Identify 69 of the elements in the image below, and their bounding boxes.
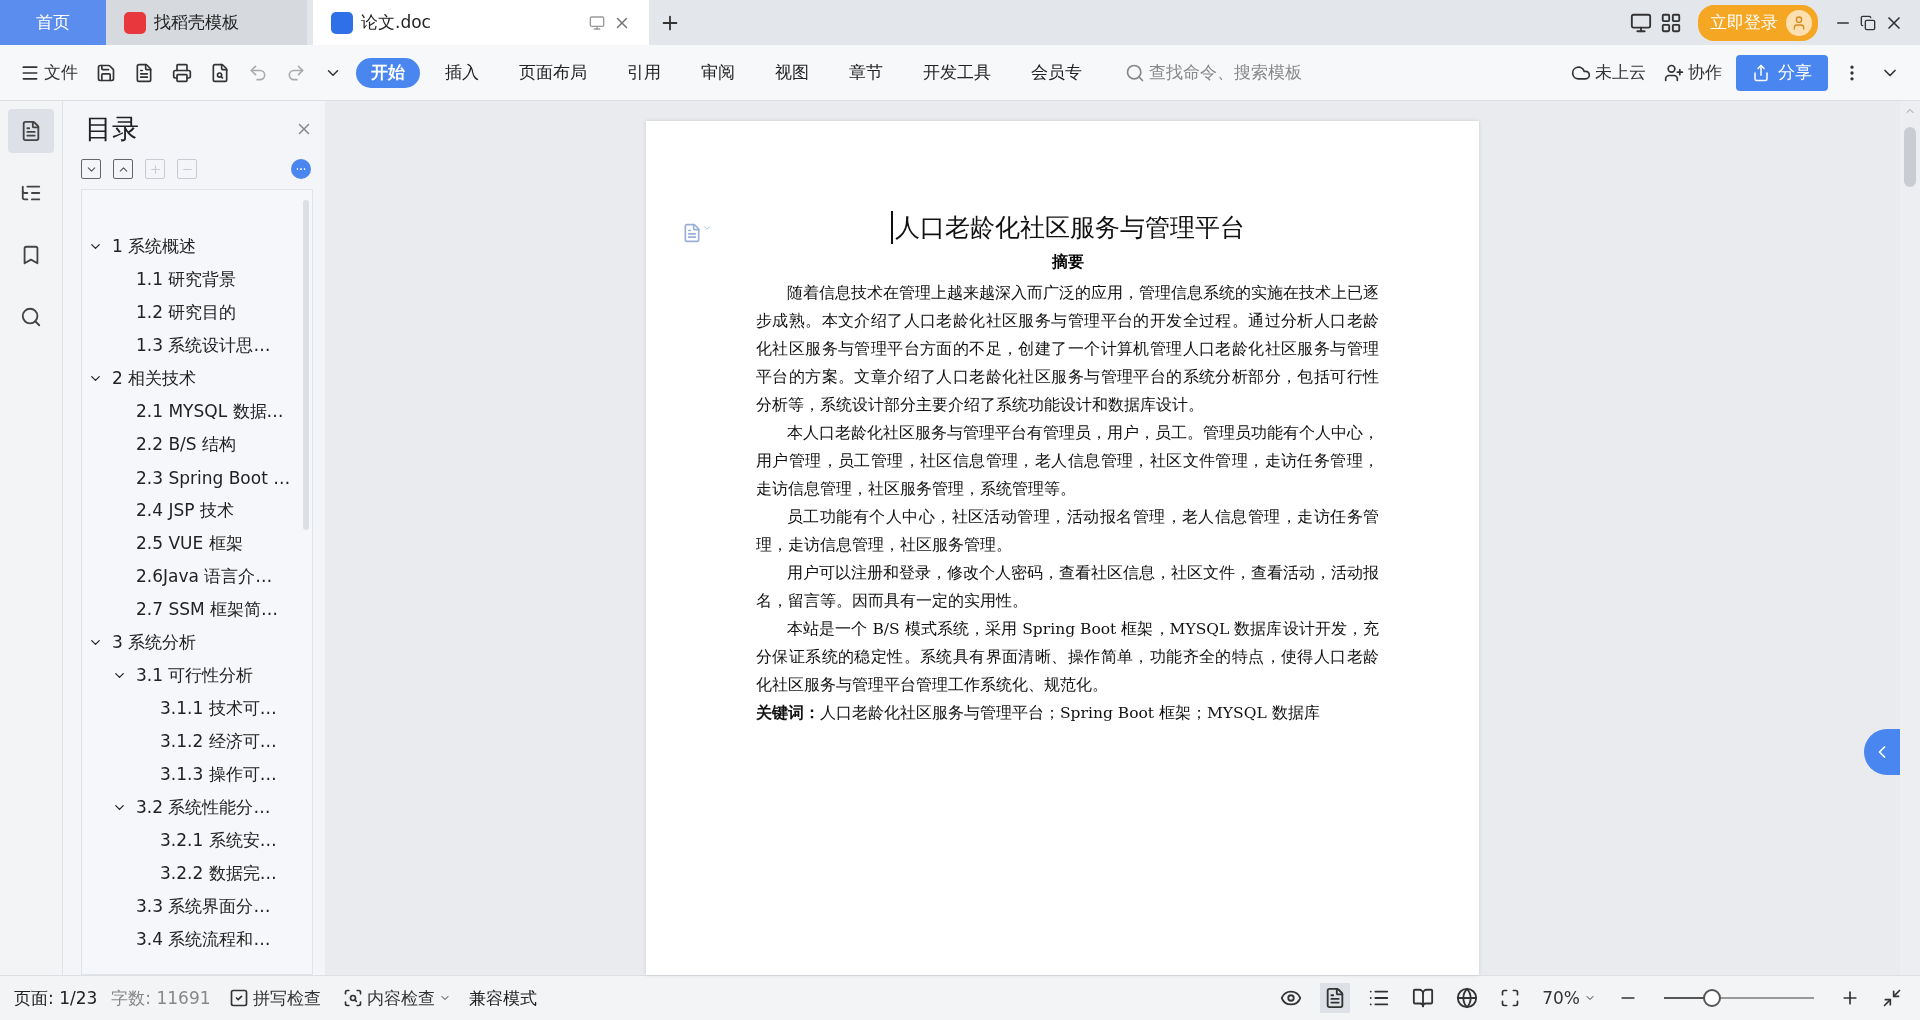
- panel-title: 目录: [85, 112, 139, 146]
- ribbon-tab[interactable]: 开发工具: [908, 57, 1006, 88]
- zoom-thumb[interactable]: [1703, 989, 1721, 1007]
- toc-item[interactable]: 1 系统概述: [108, 235, 197, 258]
- collaborate-button[interactable]: 协作: [1660, 57, 1726, 88]
- share-icon: [1752, 63, 1770, 82]
- toc-item[interactable]: 3.1.2 经济可…: [156, 730, 277, 753]
- ribbon-tab[interactable]: 审阅: [686, 57, 750, 88]
- paragraph: 员工功能有个人中心，社区活动管理，活动报名管理，老人信息管理，走访任务管理，走访信息管理，社区服务管理。: [756, 507, 1379, 556]
- document-tab[interactable]: 找稻壳模板: [106, 0, 307, 45]
- toc-item[interactable]: 2.6Java 语言介…: [132, 565, 273, 588]
- ribbon-tab[interactable]: 开始: [356, 57, 420, 88]
- toc-item[interactable]: 1.2 研究目的: [132, 301, 237, 324]
- ribbon-tab[interactable]: 引用: [612, 57, 676, 88]
- app-logo-icon: [124, 11, 146, 34]
- file-menu[interactable]: 文件: [16, 57, 82, 88]
- toc-item[interactable]: 2.7 SSM 框架简…: [132, 598, 279, 621]
- cloud-button[interactable]: 未上云: [1567, 57, 1650, 88]
- ribbon-tab[interactable]: 会员专: [1016, 57, 1097, 88]
- ribbon-tab[interactable]: 页面布局: [504, 57, 602, 88]
- toc-item[interactable]: 2.5 VUE 框架: [132, 532, 243, 555]
- toc-item[interactable]: 2.4 JSP 技术: [132, 499, 234, 522]
- toc-item[interactable]: 3 系统分析: [108, 631, 197, 654]
- toc-item[interactable]: 1.1 研究背景: [132, 268, 237, 291]
- section-heading: 摘要: [1050, 252, 1085, 273]
- paragraph: 本站是一个 B/S 模式系统，采用 Spring Boot 框架，MYSQL 数据库设计开发，充分保证系统的稳定性。系统具有界面清晰、操作简单，功能齐全的特点，使得人口老龄化社区服务与管理平台管理工作系统化、规范化。: [756, 619, 1379, 696]
- zoom-dropdown[interactable]: 70%: [1538, 984, 1600, 1012]
- search-icon: [1125, 62, 1145, 83]
- toc-item[interactable]: 1.3 系统设计思…: [132, 334, 271, 357]
- outline-icon[interactable]: [8, 109, 54, 153]
- share-button[interactable]: 分享: [1736, 54, 1828, 91]
- paragraph: 本人口老龄化社区服务与管理平台有管理员，用户，员工。管理员功能有个人中心，用户管理，员工管理，社区信息管理，老人信息管理，社区文件管理，走访任务管理，走访信息管理，社区服务管理，系统管理等。: [756, 423, 1379, 500]
- ribbon-tab[interactable]: 视图: [760, 57, 824, 88]
- toc-item[interactable]: 3.1 可行性分析: [132, 664, 254, 687]
- expand-panel-button[interactable]: [1864, 729, 1900, 775]
- collapse-icon[interactable]: [113, 159, 133, 179]
- toc-item[interactable]: 3.3 系统界面分…: [132, 895, 271, 918]
- scrollbar-thumb[interactable]: [1904, 127, 1916, 187]
- compat-mode-label: 兼容模式: [468, 986, 537, 1010]
- toc-item[interactable]: 2.3 Spring Boot …: [132, 467, 291, 488]
- paragraph: 用户可以注册和登录，修改个人密码，查看社区信息，社区文件，查看活动，活动报名，留言等。因而具有一定的实用性。: [756, 563, 1379, 612]
- expand-icon[interactable]: [81, 159, 101, 179]
- checkbox-icon: [228, 988, 249, 1008]
- toc-item[interactable]: 2 相关技术: [108, 367, 197, 390]
- page-indicator: 页面: 1/23: [14, 986, 98, 1010]
- more-icon[interactable]: [291, 159, 311, 179]
- page-view-icon[interactable]: [1320, 983, 1351, 1013]
- app-logo-icon: [331, 11, 353, 34]
- content-check-button[interactable]: 内容检查: [338, 982, 455, 1014]
- word-count: 字数: 11691: [111, 986, 211, 1010]
- toc-item[interactable]: 2.2 B/S 结构: [132, 433, 237, 456]
- user-plus-icon: [1664, 62, 1684, 83]
- toc-item[interactable]: 3.1.1 技术可…: [156, 697, 277, 720]
- toc-item[interactable]: 3.2 系统性能分…: [132, 796, 271, 819]
- document-tab[interactable]: 论文.doc: [313, 0, 649, 45]
- toc-item[interactable]: 2.1 MYSQL 数据…: [132, 400, 284, 423]
- toc-item[interactable]: 3.1.3 操作可…: [156, 763, 277, 786]
- paragraph: 随着信息技术在管理上越来越深入而广泛的应用，管理信息系统的实施在技术上已逐步成熟。本文介绍了人口老龄化社区服务与管理平台的开发全过程。通过分析人口老龄化社区服务与管理平台方面的不足，创建了一个计算机管理人口老龄化社区服务与管理平台的方案。文章介绍了人口老龄化社区服务与管理平台的系统分析部分，包括可行性分析等，系统设计部分主要介绍了系统功能设计和数据库设计。: [756, 283, 1379, 416]
- avatar-icon: [1786, 9, 1812, 36]
- scan-icon: [342, 988, 363, 1008]
- document-title: 人口老龄化社区服务与管理平台: [890, 211, 1245, 244]
- toc-item[interactable]: 3.2.2 数据完…: [156, 862, 277, 885]
- ribbon-tab[interactable]: 插入: [430, 57, 494, 88]
- toc-item[interactable]: 3.4 系统流程和…: [132, 928, 271, 951]
- window-icon[interactable]: [589, 14, 605, 31]
- toc-item[interactable]: 3.2.1 系统安…: [156, 829, 277, 852]
- ribbon-tab[interactable]: 章节: [834, 57, 898, 88]
- spell-check-button[interactable]: 拼写检查: [224, 982, 325, 1014]
- keywords: 关键词：人口老龄化社区服务与管理平台；Spring Boot 框架；MYSQL 数据库: [756, 702, 1321, 724]
